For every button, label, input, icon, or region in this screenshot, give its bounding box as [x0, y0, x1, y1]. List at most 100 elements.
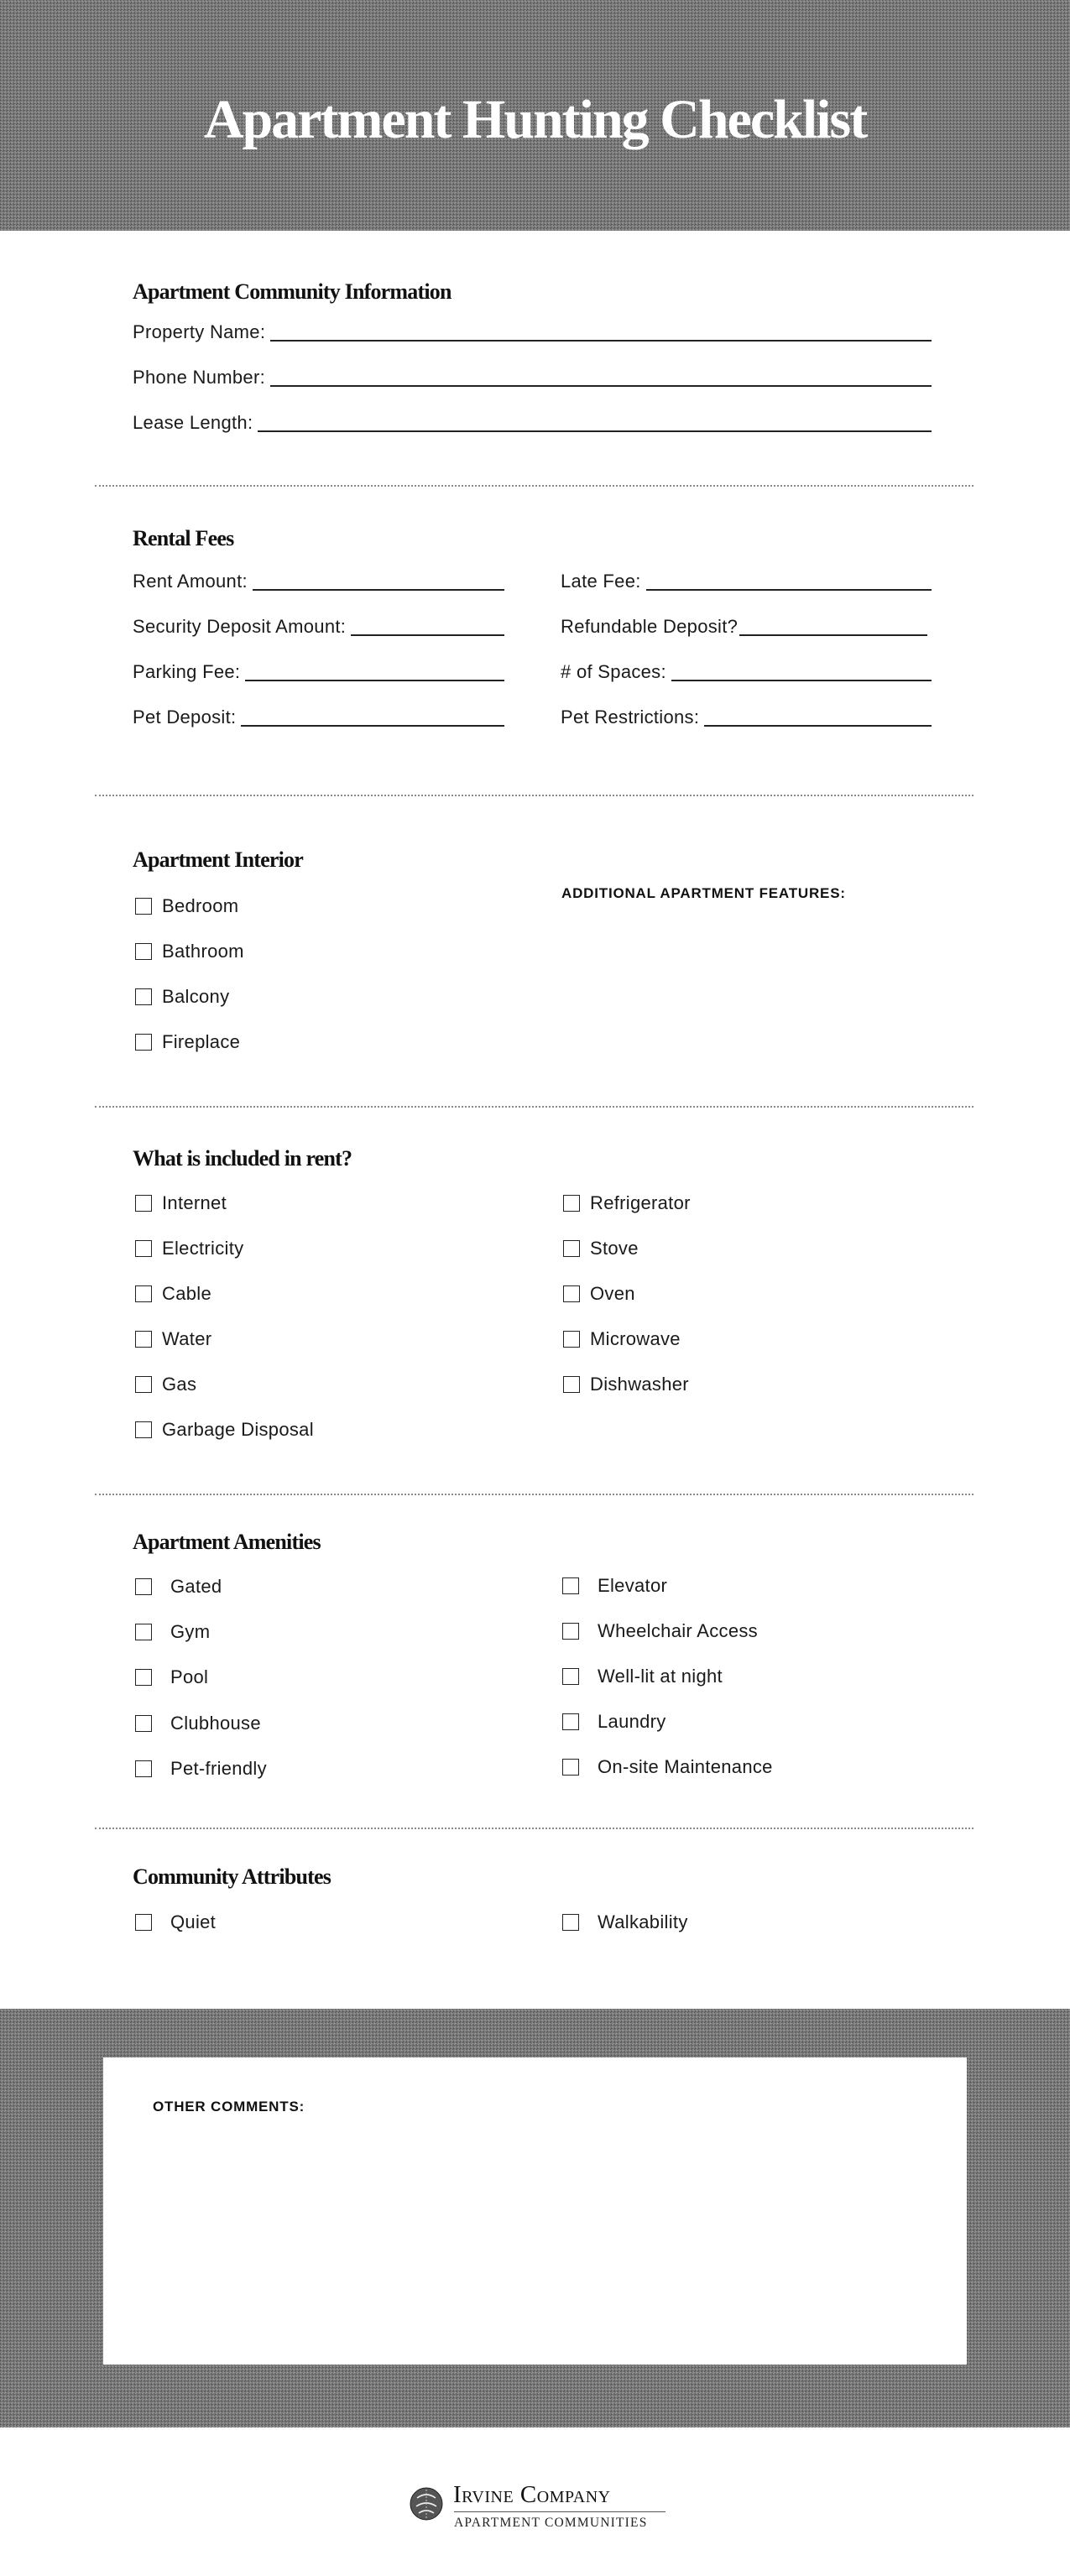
section-divider [95, 1828, 973, 1829]
checkbox-cable[interactable]: Cable [135, 1283, 211, 1305]
phone-number-input[interactable] [270, 370, 932, 387]
checkbox-gym[interactable]: Gym [135, 1621, 210, 1643]
field-label: Lease Length: [133, 412, 253, 433]
checkbox-label: Walkability [598, 1911, 688, 1932]
parking-spaces-input[interactable] [671, 665, 932, 681]
checkbox-label: Gated [170, 1576, 222, 1597]
checkbox-icon[interactable] [135, 988, 152, 1005]
refundable-deposit-field[interactable]: Refundable Deposit? [561, 616, 927, 638]
checkbox-icon[interactable] [135, 1624, 152, 1640]
section-divider [95, 485, 973, 487]
pet-restrictions-input[interactable] [704, 710, 932, 727]
property-name-field[interactable]: Property Name: [133, 321, 932, 343]
checkbox-icon[interactable] [562, 1577, 579, 1594]
checkbox-icon[interactable] [135, 898, 152, 915]
field-label: Security Deposit Amount: [133, 616, 347, 637]
parking-fee-input[interactable] [245, 665, 504, 681]
property-name-input[interactable] [270, 325, 932, 342]
checkbox-icon[interactable] [563, 1240, 580, 1257]
phone-number-field[interactable]: Phone Number: [133, 367, 932, 388]
checkbox-label: Wheelchair Access [598, 1620, 758, 1641]
rent-amount-field[interactable]: Rent Amount: [133, 571, 504, 592]
checkbox-icon[interactable] [563, 1285, 580, 1302]
checkbox-icon[interactable] [135, 1285, 152, 1302]
checkbox-icon[interactable] [563, 1376, 580, 1393]
checkbox-water[interactable]: Water [135, 1328, 211, 1350]
checkbox-icon[interactable] [562, 1713, 579, 1730]
checkbox-icon[interactable] [135, 1034, 152, 1051]
lease-length-field[interactable]: Lease Length: [133, 412, 932, 434]
section-divider [95, 1494, 973, 1495]
checkbox-pool[interactable]: Pool [135, 1666, 208, 1688]
checkbox-bedroom[interactable]: Bedroom [135, 895, 238, 917]
security-deposit-field[interactable]: Security Deposit Amount: [133, 616, 504, 638]
checkbox-fireplace[interactable]: Fireplace [135, 1031, 240, 1053]
section-heading: Apartment Interior [133, 847, 304, 872]
checkbox-wheelchair-access[interactable]: Wheelchair Access [562, 1620, 758, 1642]
checkbox-electricity[interactable]: Electricity [135, 1238, 243, 1259]
checkbox-label: Bedroom [162, 895, 239, 916]
checkbox-icon[interactable] [135, 1421, 152, 1438]
checkbox-icon[interactable] [135, 1195, 152, 1212]
section-heading: Apartment Amenities [133, 1530, 321, 1554]
checkbox-oven[interactable]: Oven [563, 1283, 635, 1305]
checkbox-icon[interactable] [135, 1669, 152, 1686]
checkbox-icon[interactable] [135, 1914, 152, 1931]
checkbox-icon[interactable] [135, 1578, 152, 1595]
checkbox-laundry[interactable]: Laundry [562, 1711, 666, 1733]
checkbox-well-lit[interactable]: Well-lit at night [562, 1666, 723, 1687]
checkbox-gas[interactable]: Gas [135, 1374, 196, 1395]
checkbox-onsite-maintenance[interactable]: On-site Maintenance [562, 1756, 773, 1778]
checkbox-label: Cable [162, 1283, 211, 1304]
checkbox-icon[interactable] [135, 1376, 152, 1393]
checkbox-walkability[interactable]: Walkability [562, 1911, 688, 1933]
pet-deposit-field[interactable]: Pet Deposit: [133, 707, 504, 728]
checkbox-stove[interactable]: Stove [563, 1238, 639, 1259]
checkbox-label: Well-lit at night [598, 1666, 723, 1687]
page-title: Apartment Hunting Checklist [203, 89, 868, 150]
field-label: Phone Number: [133, 367, 265, 388]
parking-spaces-field[interactable]: # of Spaces: [561, 661, 932, 683]
checkbox-dishwasher[interactable]: Dishwasher [563, 1374, 689, 1395]
late-fee-input[interactable] [645, 574, 932, 591]
field-label: Rent Amount: [133, 571, 248, 592]
checkbox-label: Refrigerator [590, 1192, 691, 1213]
checkbox-balcony[interactable]: Balcony [135, 986, 229, 1008]
late-fee-field[interactable]: Late Fee: [561, 571, 932, 592]
checkbox-label: Stove [590, 1238, 639, 1259]
checkbox-internet[interactable]: Internet [135, 1192, 227, 1214]
checkbox-refrigerator[interactable]: Refrigerator [563, 1192, 691, 1214]
checkbox-quiet[interactable]: Quiet [135, 1911, 216, 1933]
parking-fee-field[interactable]: Parking Fee: [133, 661, 504, 683]
checkbox-icon[interactable] [135, 1331, 152, 1348]
section-heading: Apartment Community Information [133, 279, 451, 304]
checkbox-icon[interactable] [135, 943, 152, 960]
refundable-deposit-input[interactable] [739, 619, 927, 636]
checkbox-clubhouse[interactable]: Clubhouse [135, 1713, 261, 1734]
checkbox-icon[interactable] [562, 1914, 579, 1931]
section-heading: Community Attributes [133, 1864, 331, 1889]
section-divider [95, 1106, 973, 1108]
checkbox-icon[interactable] [135, 1760, 152, 1777]
checkbox-icon[interactable] [135, 1715, 152, 1732]
checkbox-pet-friendly[interactable]: Pet-friendly [135, 1758, 267, 1780]
pet-restrictions-field[interactable]: Pet Restrictions: [561, 707, 932, 728]
checkbox-garbage-disposal[interactable]: Garbage Disposal [135, 1419, 314, 1441]
lease-length-input[interactable] [258, 415, 932, 432]
checkbox-icon[interactable] [562, 1759, 579, 1776]
checkbox-gated[interactable]: Gated [135, 1576, 222, 1598]
checkbox-icon[interactable] [135, 1240, 152, 1257]
checkbox-icon[interactable] [563, 1331, 580, 1348]
checkbox-icon[interactable] [562, 1623, 579, 1640]
checkbox-icon[interactable] [562, 1668, 579, 1685]
checkbox-bathroom[interactable]: Bathroom [135, 941, 244, 962]
checkbox-elevator[interactable]: Elevator [562, 1575, 667, 1597]
checkbox-microwave[interactable]: Microwave [563, 1328, 681, 1350]
security-deposit-input[interactable] [351, 619, 504, 636]
checkbox-label: Clubhouse [170, 1713, 261, 1734]
pet-deposit-input[interactable] [241, 710, 504, 727]
rent-amount-input[interactable] [252, 574, 504, 591]
checkbox-icon[interactable] [563, 1195, 580, 1212]
checkbox-label: Elevator [598, 1575, 668, 1596]
checkbox-label: Microwave [590, 1328, 681, 1349]
